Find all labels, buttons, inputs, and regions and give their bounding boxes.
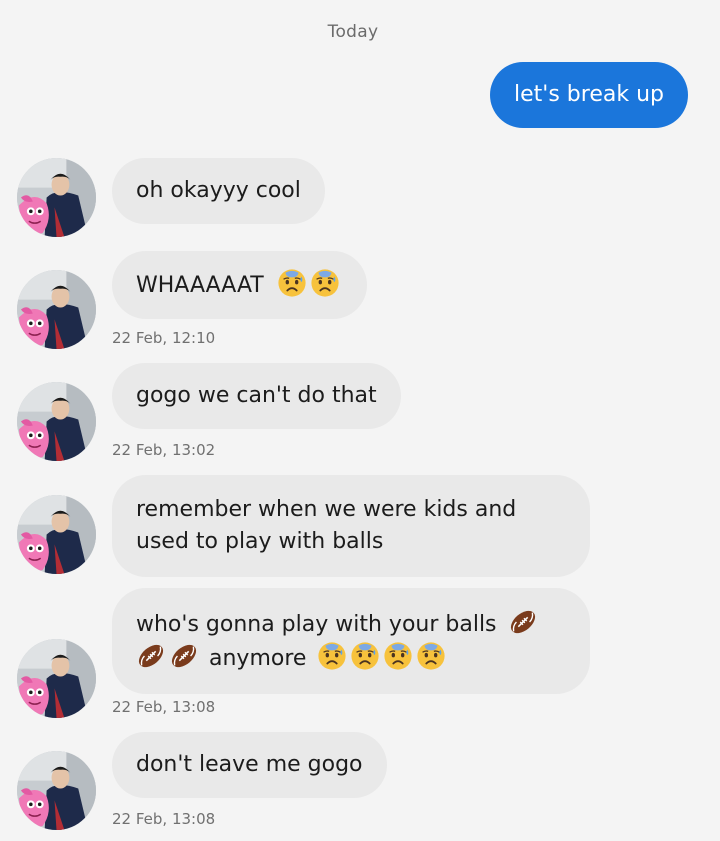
message-text: don't leave me gogo bbox=[136, 752, 363, 777]
message-bubble-incoming[interactable]: don't leave me gogo bbox=[112, 732, 387, 798]
contact-avatar[interactable] bbox=[17, 158, 96, 237]
contact-avatar[interactable] bbox=[17, 639, 96, 718]
message-text: remember when we were kids and used to p… bbox=[136, 497, 517, 554]
american-football-icon bbox=[136, 641, 166, 671]
message-timestamp: 22 Feb, 13:08 bbox=[112, 810, 216, 828]
message-bubble-incoming[interactable]: WHAAAAAT bbox=[112, 251, 367, 319]
contact-avatar[interactable] bbox=[17, 751, 96, 830]
message-timestamp: 22 Feb, 13:08 bbox=[112, 698, 216, 716]
message-timestamp: 22 Feb, 13:02 bbox=[112, 441, 216, 459]
contact-avatar[interactable] bbox=[17, 495, 96, 574]
message-text: WHAAAAAT bbox=[136, 273, 264, 298]
message-bubble-incoming[interactable]: oh okayyy cool bbox=[112, 158, 325, 224]
message-bubble-outgoing[interactable]: let's break up bbox=[490, 62, 688, 128]
sad-sweat-face-icon bbox=[317, 641, 347, 671]
message-bubble-incoming[interactable]: gogo we can't do that bbox=[112, 363, 401, 429]
sad-sweat-face-icon bbox=[277, 268, 307, 298]
sad-sweat-face-icon bbox=[416, 641, 446, 671]
sad-sweat-face-icon bbox=[350, 641, 380, 671]
message-text: who's gonna play with your balls bbox=[136, 612, 497, 637]
message-text: anymore bbox=[209, 646, 307, 671]
message-bubble-incoming[interactable]: who's gonna play with your balls anymore bbox=[112, 588, 590, 694]
message-timestamp: 22 Feb, 12:10 bbox=[112, 329, 216, 347]
contact-avatar[interactable] bbox=[17, 270, 96, 349]
message-text: let's break up bbox=[514, 82, 664, 107]
message-bubble-incoming[interactable]: remember when we were kids and used to p… bbox=[112, 475, 590, 577]
american-football-icon bbox=[508, 607, 538, 637]
message-text: gogo we can't do that bbox=[136, 383, 377, 408]
sad-sweat-face-icon bbox=[310, 268, 340, 298]
message-text: oh okayyy cool bbox=[136, 178, 301, 203]
date-separator: Today bbox=[327, 22, 379, 42]
american-football-icon bbox=[169, 641, 199, 671]
contact-avatar[interactable] bbox=[17, 382, 96, 461]
sad-sweat-face-icon bbox=[383, 641, 413, 671]
